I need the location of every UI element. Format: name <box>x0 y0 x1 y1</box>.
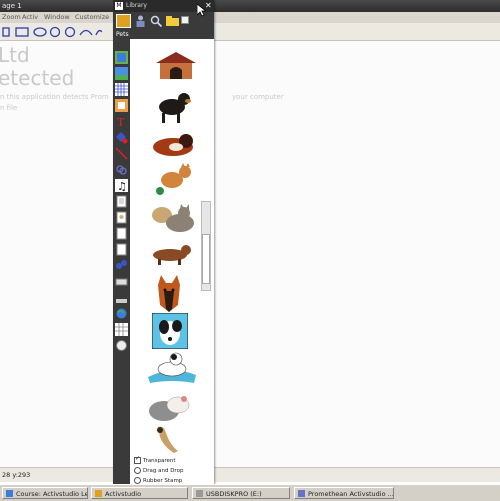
taskbar-button-usbdisk[interactable]: USBDISKPRO (E:) <box>192 487 290 499</box>
windows-taskbar: Course: Activstudio Leve... Activstudio … <box>0 484 500 501</box>
pet-grey-cat[interactable] <box>148 199 198 237</box>
taskbar-button-activstudio[interactable]: Activstudio <box>91 487 188 499</box>
search-icon[interactable] <box>149 14 164 28</box>
people-icon[interactable] <box>133 14 148 28</box>
rubber-stamp-option[interactable]: Rubber Stamp <box>134 477 182 484</box>
pet-dog-on-pillow[interactable] <box>146 349 198 385</box>
cursor-coordinates: 28 y:293 <box>2 471 31 479</box>
browser-icon <box>6 490 13 497</box>
canvas-text-3: n file <box>0 104 18 112</box>
pet-dachshund[interactable] <box>148 239 196 269</box>
resource-type-icon[interactable] <box>116 14 131 28</box>
pet-dog-house[interactable] <box>152 51 200 81</box>
share-icon[interactable] <box>115 259 128 272</box>
library-window: M Library ▸ ✕ Pets T ♫ <box>113 0 214 486</box>
rubber-stamp-radio[interactable] <box>134 477 141 484</box>
folder-icon[interactable] <box>165 14 180 28</box>
app-logo-icon: M <box>115 2 123 10</box>
taskbar-button-course[interactable]: Course: Activstudio Leve... <box>2 487 88 499</box>
spotlight-icon[interactable] <box>115 339 128 352</box>
landscape-icon[interactable] <box>115 67 128 80</box>
mouse-cursor-icon <box>197 4 206 17</box>
shape-tools[interactable] <box>2 26 102 38</box>
menu-bar: Zoom Activ Window Customize <box>0 12 500 23</box>
activstudio-icon <box>95 490 102 497</box>
canvas-heading-1: Ltd <box>0 43 30 67</box>
window-titlebar: age 1 <box>0 0 500 12</box>
taskbar-label-promethean: Promethean Activstudio ... <box>308 490 394 498</box>
drag-and-drop-label: Drag and Drop <box>143 468 184 474</box>
menu-activ[interactable]: Activ <box>22 12 38 23</box>
pet-german-shepherd[interactable] <box>154 275 184 313</box>
image-icon[interactable] <box>115 51 128 64</box>
link-icon[interactable] <box>115 163 128 176</box>
grid-settings-icon[interactable] <box>115 323 128 336</box>
menu-customize[interactable]: Customize <box>75 12 109 23</box>
taskbar-button-promethean[interactable]: Promethean Activstudio ... <box>294 487 394 499</box>
svg-text:♫: ♫ <box>117 180 127 192</box>
more-options-icon[interactable] <box>181 16 189 24</box>
library-scrollbar[interactable] <box>201 201 211 291</box>
drag-and-drop-radio[interactable] <box>134 467 141 474</box>
library-resources <box>130 39 214 454</box>
taskbar-label-usbdisk: USBDISKPRO (E:) <box>206 490 262 498</box>
pet-lying-dog[interactable] <box>148 125 198 161</box>
page-icon[interactable] <box>115 99 128 112</box>
shape-toolbar <box>0 23 500 41</box>
transparent-checkbox[interactable]: ✓ <box>134 455 141 464</box>
blank-page-icon[interactable] <box>115 243 128 256</box>
transparent-label: Transparent <box>143 458 176 464</box>
pet-ferret[interactable] <box>152 425 182 454</box>
flipchart-canvas[interactable]: Ltd etected n this application detects P… <box>0 41 500 467</box>
drag-and-drop-option[interactable]: Drag and Drop <box>134 467 183 474</box>
pet-jack-russell[interactable] <box>152 313 188 349</box>
canvas-text-2: your computer <box>232 93 284 101</box>
library-side-toolbar: T ♫ <box>113 39 130 454</box>
tools-icon[interactable] <box>115 291 128 304</box>
text-icon[interactable]: T <box>115 115 128 128</box>
line-icon[interactable] <box>115 147 128 160</box>
keyboard-icon[interactable] <box>115 275 128 288</box>
promethean-icon <box>298 490 305 497</box>
note-icon[interactable] <box>115 227 128 240</box>
pet-ginger-cat[interactable] <box>152 163 198 195</box>
menu-zoom[interactable]: Zoom <box>2 12 21 23</box>
menu-window[interactable]: Window <box>44 12 70 23</box>
globe-icon[interactable] <box>115 307 128 320</box>
close-icon[interactable]: ✕ <box>205 0 212 12</box>
document-icon[interactable] <box>115 195 128 208</box>
transparent-option[interactable]: ✓ Transparent <box>134 455 176 464</box>
canvas-text-1: n this application detects Prom <box>0 93 109 101</box>
pet-black-dog[interactable] <box>152 87 194 125</box>
status-bar: 28 y:293 <box>0 467 500 482</box>
category-label: Pets <box>113 30 214 39</box>
taskbar-label-activstudio: Activstudio <box>105 490 142 498</box>
canvas-heading-2: etected <box>0 66 75 90</box>
annotation-icon[interactable] <box>115 211 128 224</box>
svg-text:T: T <box>117 116 125 128</box>
drive-icon <box>196 490 203 497</box>
library-title: Library <box>126 2 147 9</box>
library-options: ✓ Transparent Drag and Drop Rubber Stamp <box>130 454 214 486</box>
grid-icon[interactable] <box>115 83 128 96</box>
pet-hamster[interactable] <box>146 387 196 423</box>
music-icon[interactable]: ♫ <box>115 179 128 192</box>
shapes-icon[interactable] <box>115 131 128 144</box>
scrollbar-thumb[interactable] <box>202 234 210 284</box>
window-title: age 1 <box>2 2 22 10</box>
taskbar-label-course: Course: Activstudio Leve... <box>16 490 87 498</box>
